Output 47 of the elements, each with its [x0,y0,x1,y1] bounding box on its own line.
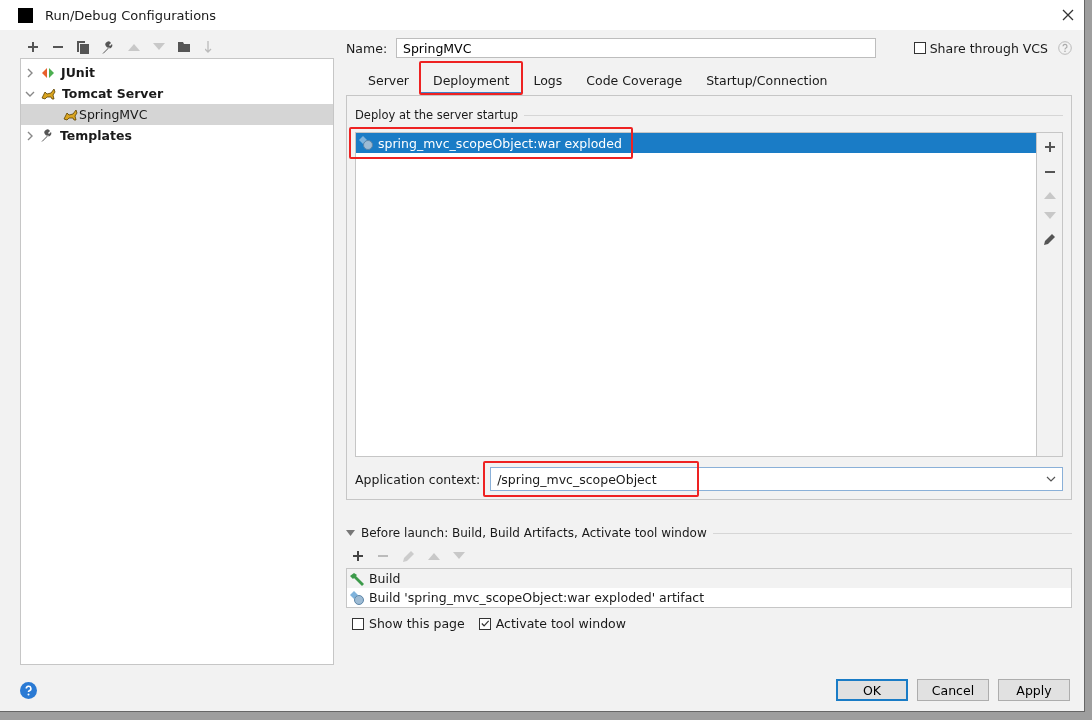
junit-icon [41,66,55,79]
window-title: Run/Debug Configurations [45,7,218,23]
tree-item[interactable]: SpringMVC [21,104,333,125]
collapse-icon[interactable] [346,529,355,537]
option-checkbox[interactable] [352,617,364,630]
tree-item[interactable]: Templates [21,125,333,146]
tab[interactable]: Startup/Connection [694,65,840,95]
tab[interactable]: Server [356,65,421,95]
dialog-button[interactable]: Cancel [917,679,989,701]
wrench-icon [41,129,54,142]
share-checkbox[interactable] [913,42,926,54]
option-label: Activate tool window [495,616,626,631]
name-label: Name: [346,40,389,56]
option-checkbox[interactable] [478,617,491,630]
tree-item[interactable]: Tomcat Server [21,83,333,104]
chevron-icon[interactable] [25,67,35,78]
section-title: Deploy at the server startup [355,108,519,122]
deployment-item[interactable]: spring_mvc_scopeObject:war exploded [356,133,1036,153]
artifact-icon [349,589,365,606]
plus-icon[interactable] [1043,141,1056,153]
dialog-button[interactable]: OK [836,679,908,701]
plus-icon[interactable] [352,550,364,562]
app-logo-icon [18,7,33,23]
chevron-icon[interactable] [25,130,35,141]
pencil-icon[interactable] [1043,233,1056,246]
help-icon[interactable] [20,681,37,699]
share-label: Share through VCS [929,40,1048,56]
task-item[interactable]: Build [347,569,1071,588]
section-title: Before launch: Build, Build Artifacts, Activate tool window [361,526,707,540]
dialog-button[interactable]: Apply [998,679,1070,701]
dropdown-icon[interactable] [1046,476,1056,482]
hammer-icon [349,571,365,586]
tab[interactable]: Logs [521,65,575,95]
task-item[interactable]: Build 'spring_mvc_scopeObject:war exploded' artifact [347,588,1071,607]
folder-icon[interactable] [178,41,192,53]
tab[interactable]: Code Coverage [574,65,695,95]
tree-item[interactable]: JUnit [21,62,333,83]
option-label: Show this page [369,616,465,631]
plus-icon[interactable] [27,41,39,53]
context-field[interactable]: /spring_mvc_scopeObject [490,467,1063,491]
artifact-icon [358,135,374,151]
close-icon[interactable] [1062,9,1074,21]
tab[interactable]: Deployment [421,65,522,95]
context-label: Application context: [355,471,481,487]
copy-icon[interactable] [77,40,89,54]
wrench-icon [102,40,115,54]
name-field[interactable]: SpringMVC [396,38,876,58]
